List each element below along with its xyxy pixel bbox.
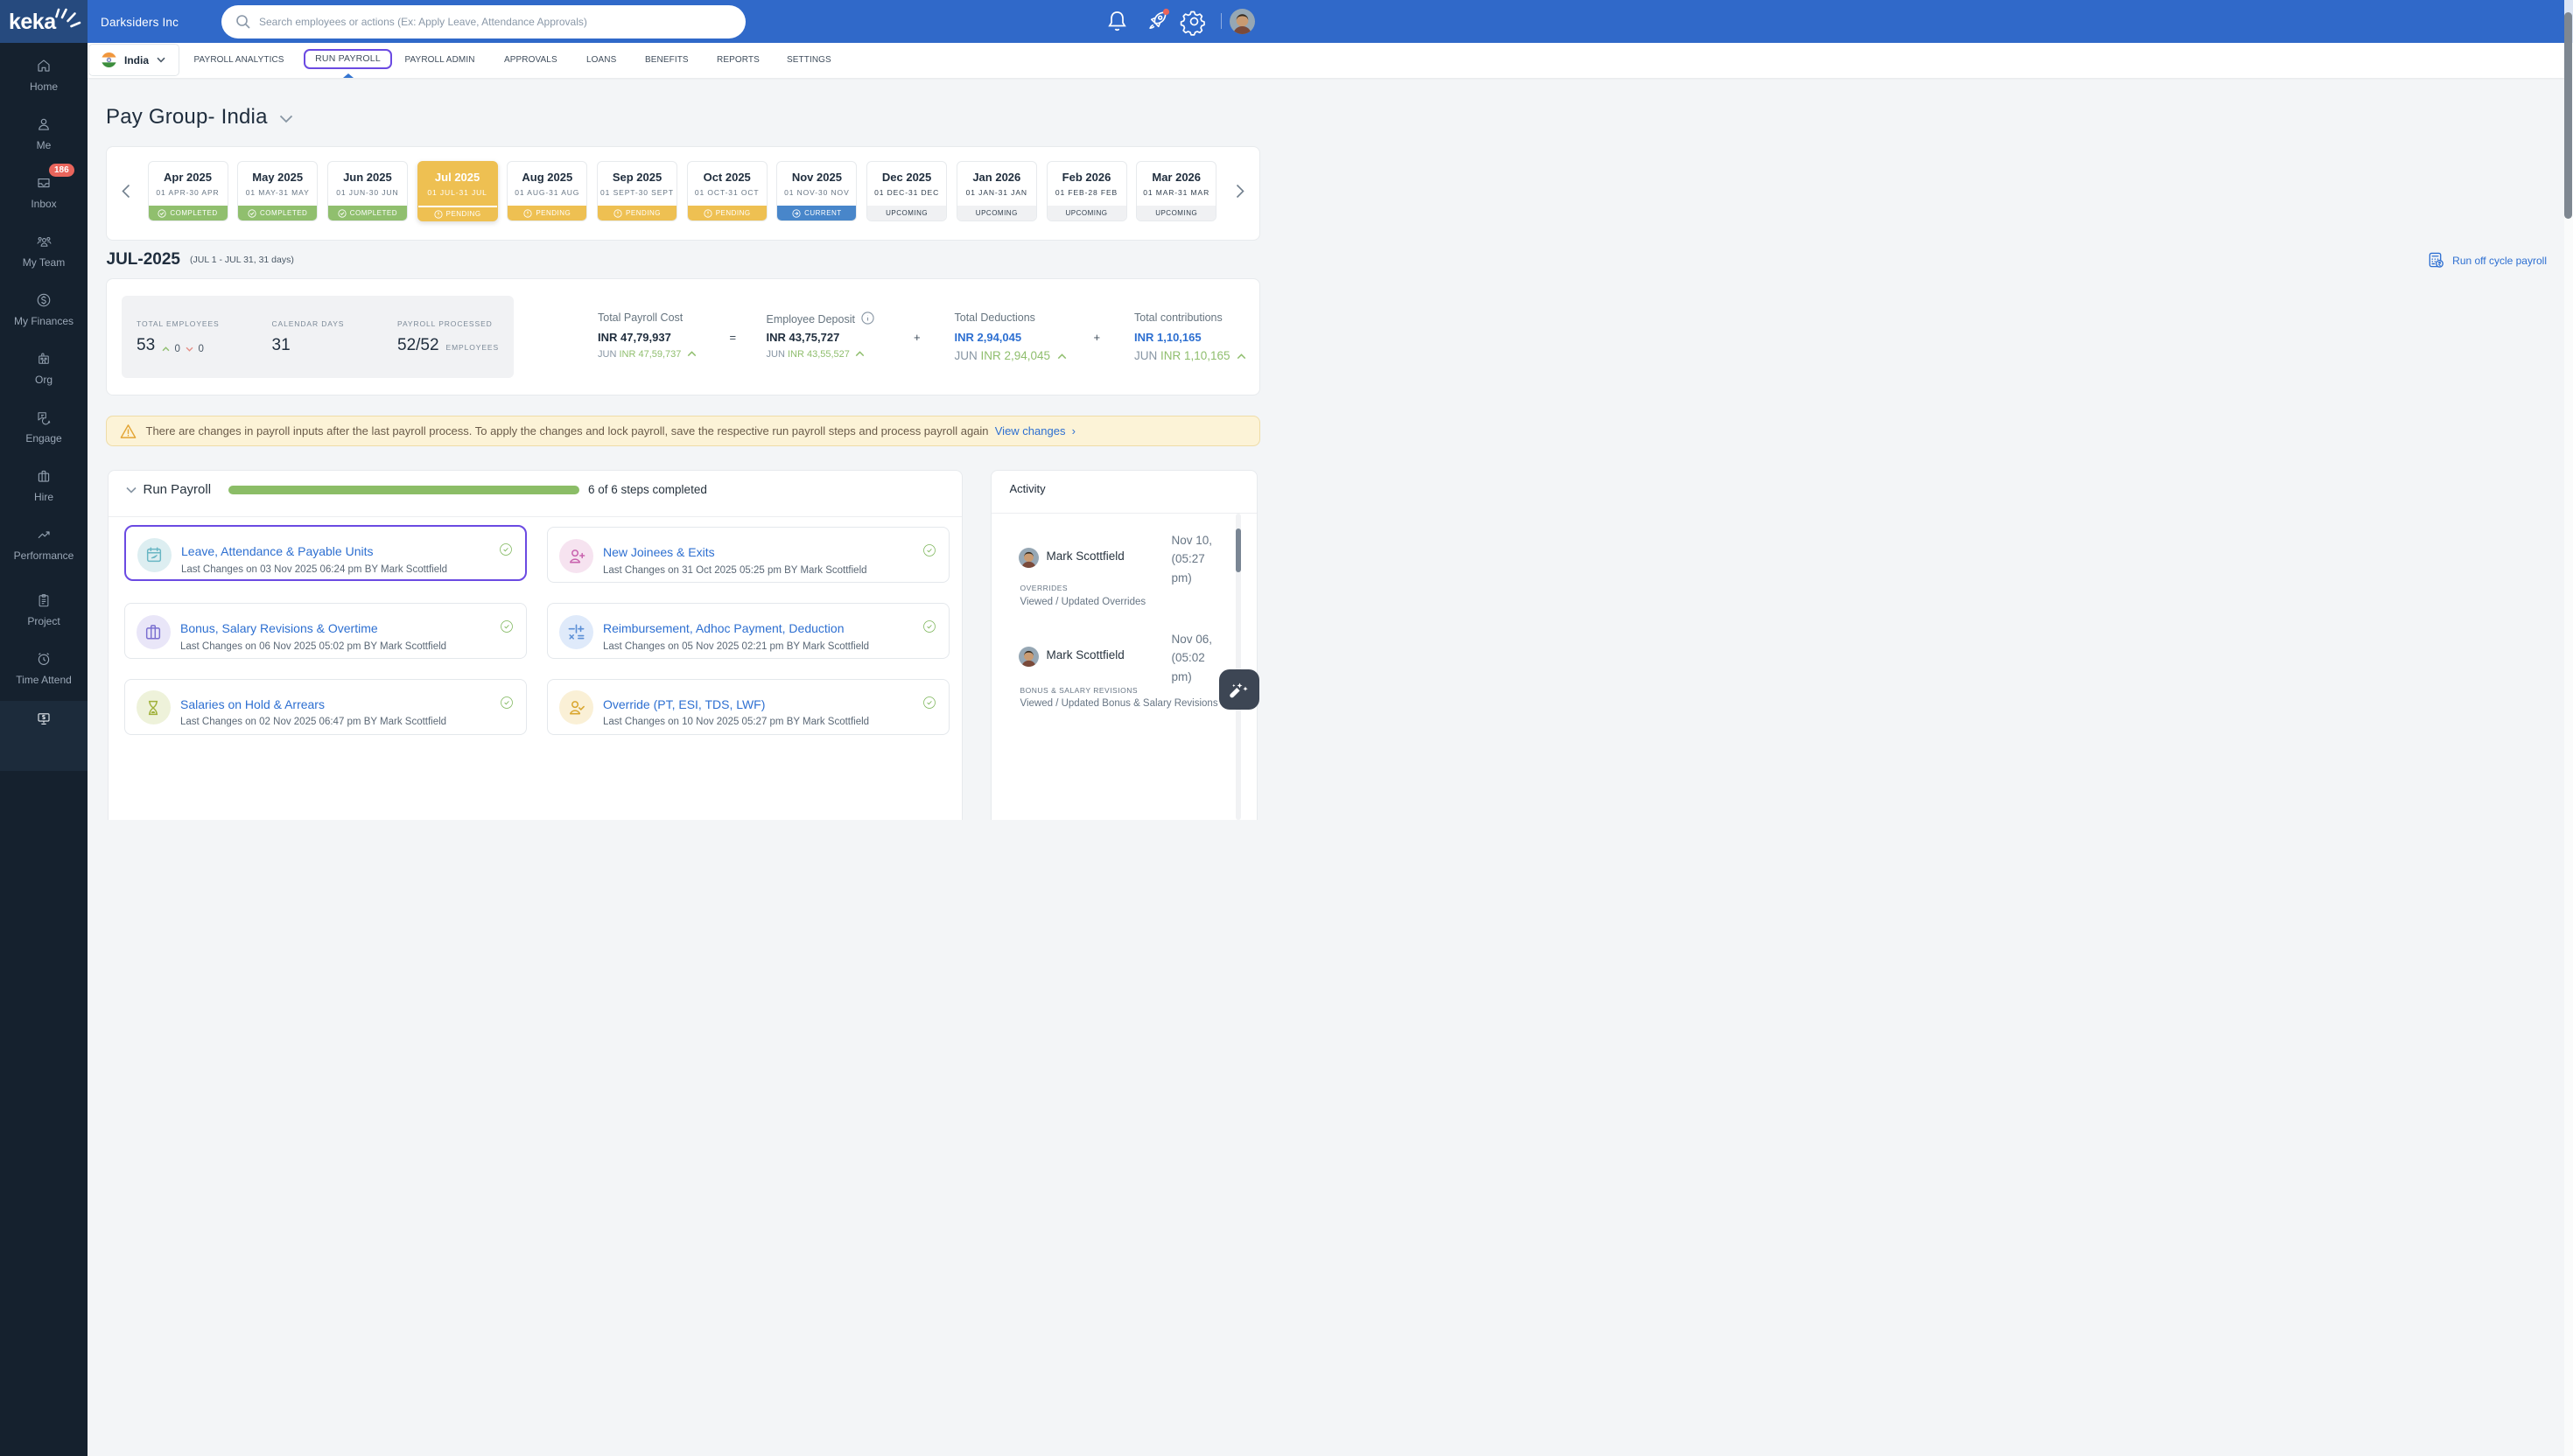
svg-text:keka: keka <box>9 10 57 34</box>
